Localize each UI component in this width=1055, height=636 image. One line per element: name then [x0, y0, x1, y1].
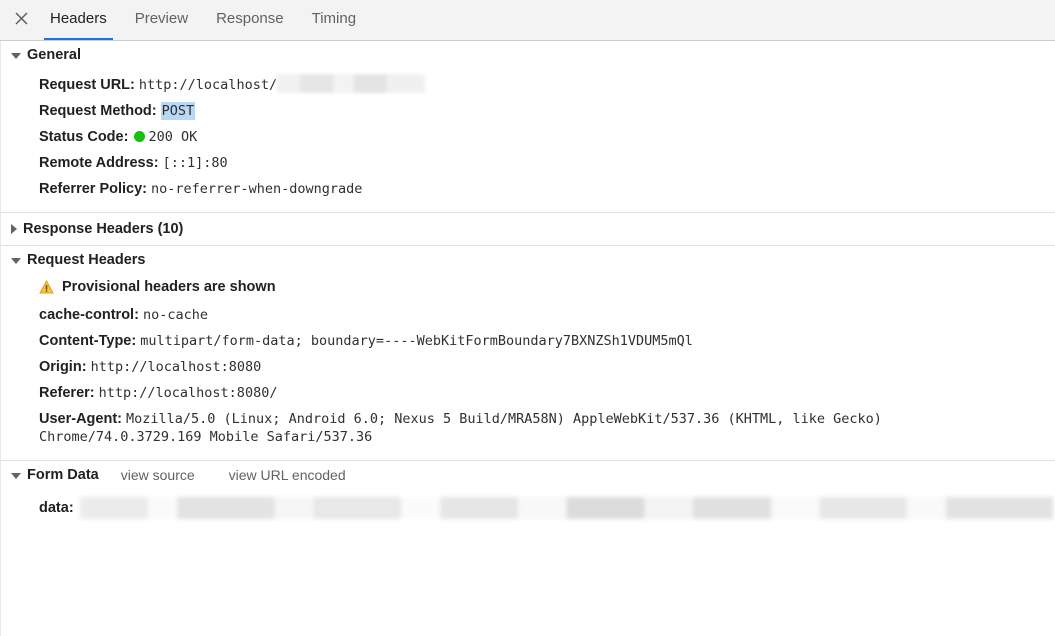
section-form-data: Form Data view source view URL encoded d… [1, 461, 1055, 525]
row-content-type-key: Content-Type: [39, 333, 137, 349]
status-ok-icon [134, 131, 146, 142]
general-rows: Request URL: http://localhost/ Request M… [1, 69, 1055, 212]
row-referrer-policy-key: Referrer Policy: [39, 181, 147, 197]
section-general-title: General [27, 47, 81, 63]
request-url-redaction [277, 74, 426, 93]
section-response-headers: Response Headers (10) [1, 213, 1055, 246]
row-origin-key: Origin: [39, 359, 87, 375]
row-referer-value: http://localhost:8080/ [98, 385, 278, 401]
tab-timing[interactable]: Timing [298, 0, 370, 40]
form-data-rows: data: [1, 489, 1055, 525]
section-form-data-header[interactable]: Form Data view source view URL encoded [1, 461, 1055, 489]
row-request-method: Request Method: POST [1, 98, 1055, 124]
section-response-headers-title: Response Headers (10) [23, 221, 184, 237]
row-referrer-policy: Referrer Policy: no-referrer-when-downgr… [1, 176, 1055, 202]
row-referer-key: Referer: [39, 385, 95, 401]
row-content-type-value: multipart/form-data; boundary=----WebKit… [140, 333, 693, 349]
row-form-data-key: data: [39, 500, 74, 516]
row-origin-value: http://localhost:8080 [90, 359, 262, 375]
form-data-redaction [79, 497, 1053, 519]
row-request-url-key: Request URL: [39, 77, 135, 93]
tab-headers-label: Headers [50, 10, 107, 27]
row-request-method-value[interactable]: POST [160, 102, 196, 120]
tab-response-label: Response [216, 10, 284, 27]
section-general-header[interactable]: General [1, 41, 1055, 69]
row-request-url-value: http://localhost/ [138, 77, 278, 93]
section-request-headers: Request Headers Provisional headers are … [1, 246, 1055, 461]
row-status-code: Status Code: 200 OK [1, 124, 1055, 150]
row-user-agent-value: Mozilla/5.0 (Linux; Android 6.0; Nexus 5… [39, 411, 882, 445]
section-general: General Request URL: http://localhost/ R… [1, 41, 1055, 213]
row-status-code-value: 200 OK [148, 129, 198, 145]
row-remote-address-value: [::1]:80 [162, 155, 228, 171]
warning-icon [39, 280, 54, 294]
row-cache-control-value: no-cache [142, 307, 208, 323]
tab-timing-label: Timing [311, 10, 357, 27]
devtools-tabbar: Headers Preview Response Timing [0, 0, 1055, 41]
row-cache-control: cache-control: no-cache [1, 302, 1055, 328]
row-origin: Origin: http://localhost:8080 [1, 354, 1055, 380]
row-user-agent-key: User-Agent: [39, 411, 122, 427]
tab-preview-label: Preview [134, 10, 189, 27]
section-response-headers-header[interactable]: Response Headers (10) [1, 213, 1055, 245]
section-request-headers-header[interactable]: Request Headers [1, 246, 1055, 274]
row-cache-control-key: cache-control: [39, 307, 139, 323]
provisional-headers-warning: Provisional headers are shown [1, 274, 1055, 300]
headers-panel: General Request URL: http://localhost/ R… [0, 41, 1055, 636]
row-remote-address: Remote Address: [::1]:80 [1, 150, 1055, 176]
row-remote-address-key: Remote Address: [39, 155, 159, 171]
tab-preview[interactable]: Preview [121, 0, 202, 40]
row-content-type: Content-Type: multipart/form-data; bound… [1, 328, 1055, 354]
section-request-headers-title: Request Headers [27, 252, 146, 268]
row-referer: Referer: http://localhost:8080/ [1, 380, 1055, 406]
view-url-encoded-link[interactable]: view URL encoded [229, 467, 346, 483]
tab-headers[interactable]: Headers [36, 0, 121, 40]
chevron-down-icon[interactable] [11, 53, 21, 59]
close-icon[interactable] [6, 0, 36, 40]
chevron-right-icon[interactable] [11, 224, 17, 234]
chevron-down-icon[interactable] [11, 473, 21, 479]
row-status-code-key: Status Code: [39, 129, 129, 145]
view-source-link[interactable]: view source [121, 467, 195, 483]
row-request-method-key: Request Method: [39, 103, 157, 119]
request-headers-rows: cache-control: no-cache Content-Type: mu… [1, 300, 1055, 460]
row-request-url: Request URL: http://localhost/ [1, 70, 1055, 98]
chevron-down-icon[interactable] [11, 258, 21, 264]
form-data-actions: view source view URL encoded [121, 467, 380, 483]
section-form-data-title: Form Data [27, 467, 99, 483]
row-form-data-data: data: [1, 491, 1055, 525]
row-referrer-policy-value: no-referrer-when-downgrade [151, 181, 363, 197]
tab-response[interactable]: Response [202, 0, 298, 40]
row-user-agent: User-Agent: Mozilla/5.0 (Linux; Android … [1, 406, 1055, 450]
provisional-headers-warning-text: Provisional headers are shown [62, 279, 276, 295]
